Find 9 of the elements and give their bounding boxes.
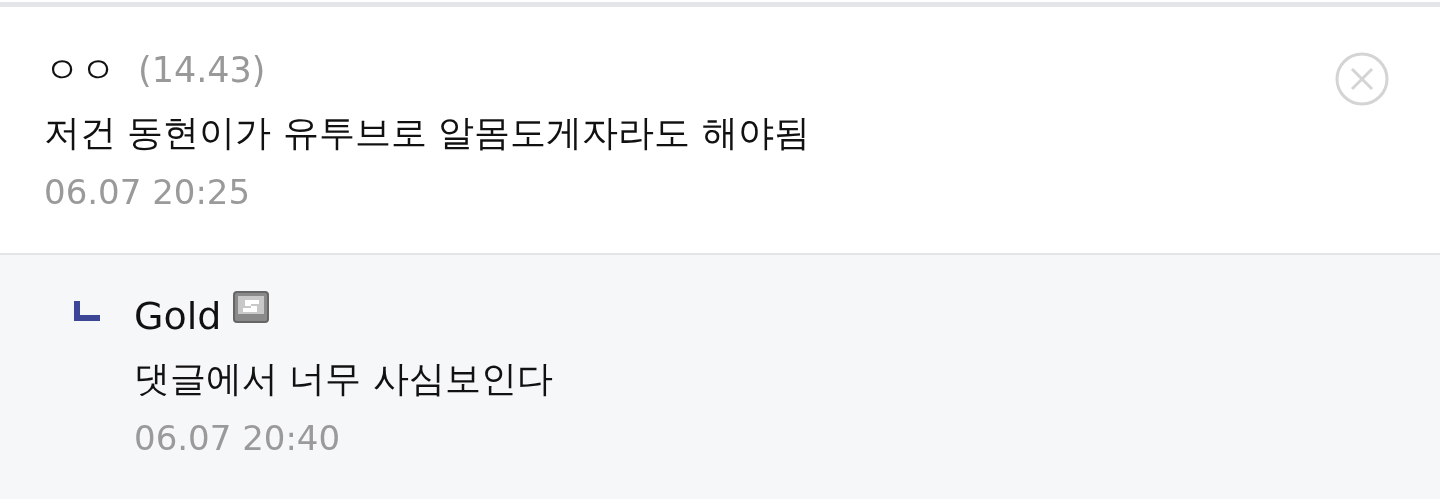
ip-address: (14.43) xyxy=(138,50,266,90)
close-button[interactable] xyxy=(1334,51,1390,107)
reply-arrow-icon xyxy=(74,301,100,321)
author-name: Gold xyxy=(134,294,222,338)
reply-time: 06.07 20:40 xyxy=(134,418,342,458)
reply-text: 댓글에서 너무 사심보인다 xyxy=(134,357,553,401)
comment-text: 저건 동현이가 유투브로 알몸도게자라도 해야됨 xyxy=(44,111,810,155)
author-name: ㅇㅇ xyxy=(44,47,116,92)
comment-time: 06.07 20:25 xyxy=(44,172,252,212)
